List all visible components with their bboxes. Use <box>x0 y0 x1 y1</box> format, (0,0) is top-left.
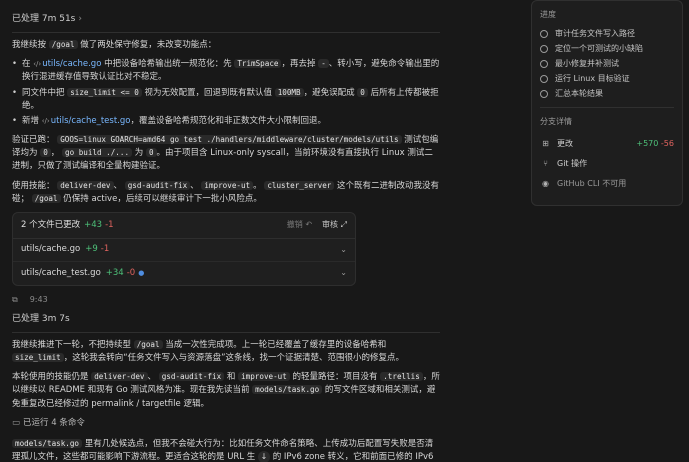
review-icon: ⤢ <box>340 220 347 230</box>
chevron-right-icon: › <box>78 14 82 24</box>
chevron-down-icon: ⌄ <box>340 244 347 254</box>
changed-files-card: 2 个文件已更改 +43 -1 撤销 ↶ 审核 ⤢ utils/cache.go… <box>12 211 356 286</box>
intro-text: 我继续按 /goal 做了两处保守修复，未改变功能点： <box>12 40 217 50</box>
file-name: utils/cache.go <box>21 244 81 255</box>
changes-icon: ⊞ <box>542 138 549 148</box>
file-link[interactable]: utils/cache.go <box>42 59 101 69</box>
file-diff-row[interactable]: utils/cache_test.go +34 -0 ● ⌄ <box>13 262 355 285</box>
github-icon: ◉ <box>542 178 549 188</box>
terminal-icon: ▭ <box>12 417 21 428</box>
message-time: 9:43 <box>29 294 48 304</box>
fix-list: 在 ‹/›utils/cache.go 中把设备哈希输出统一规范化：先 Trim… <box>12 58 440 128</box>
circle-icon <box>540 74 548 83</box>
code-goal: /goal <box>48 40 78 49</box>
git-icon: ⑂ <box>543 158 548 168</box>
unsaved-dot: ● <box>138 268 145 277</box>
github-cli-item: ◉ GitHub CLI 不可用 <box>540 174 674 194</box>
progress-item: 审计任务文件写入路径 <box>540 26 674 41</box>
file-icon: ‹/› <box>33 60 42 69</box>
right-sidebar: 进度 审计任务文件写入路径 定位一个可测试的小缺陷 最小修复并补测试 运行 Li… <box>531 0 683 462</box>
circle-icon <box>540 89 548 98</box>
message-actions: ⧉ 9:43 <box>12 292 440 308</box>
progress-item: 运行 Linux 目标验证 <box>540 71 674 86</box>
analysis-text: models/task.go 里有几处候选点，但我不会碰大行为：比如任务文件命名… <box>12 438 434 462</box>
divider <box>540 107 674 109</box>
scroll-down-icon[interactable]: ↓ <box>257 451 270 462</box>
progress-item: 汇总本轮结果 <box>540 86 674 101</box>
progress-panel: 进度 审计任务文件写入路径 定位一个可测试的小缺陷 最小修复并补测试 运行 Li… <box>531 0 683 206</box>
verify-text: 验证已跑： GOOS=linux GOARCH=amd64 go test ./… <box>12 135 439 172</box>
undo-icon: ↶ <box>305 220 313 230</box>
added-count: +43 <box>84 219 103 230</box>
commands-ran-toggle[interactable]: ▭ 已运行 4 条命令 <box>12 417 440 430</box>
copy-icon[interactable]: ⧉ <box>12 294 18 306</box>
skills-text: 使用技能： deliver-dev、 gsd-audit-fix、 improv… <box>12 180 440 204</box>
file-link[interactable]: utils/cache_test.go <box>51 116 131 126</box>
circle-icon <box>540 44 548 53</box>
review-button[interactable]: 审核 ⤢ <box>322 219 347 231</box>
git-actions-item[interactable]: ⑂ Git 操作 <box>540 154 674 174</box>
divider <box>12 32 440 33</box>
conversation-pane: 已处理 7m 51s › 我继续按 /goal 做了两处保守修复，未改变功能点： … <box>12 0 440 462</box>
changed-files-title: 2 个文件已更改 <box>21 219 81 230</box>
progress-title: 进度 <box>540 10 556 19</box>
file-icon: ‹/› <box>41 116 50 125</box>
progress-item: 定位一个可测试的小缺陷 <box>540 41 674 56</box>
processed-status-label: 已处理 7m 51s <box>12 14 76 24</box>
undo-button[interactable]: 撤销 ↶ <box>287 219 312 231</box>
divider <box>12 331 440 333</box>
removed-count: -1 <box>105 219 114 230</box>
changes-item[interactable]: ⊞ 更改 +570 -56 <box>540 134 674 154</box>
list-item: 新增 ‹/›utils/cache_test.go，覆盖设备哈希规范化和非正数文… <box>12 115 440 128</box>
list-item: 同文件中把 size_limit <= 0 视为无效配置，回退到既有默认值 10… <box>12 87 440 113</box>
skills-round-text: 本轮使用的技能仍是 deliver-dev、 gsd-audit-fix 和 i… <box>12 372 440 409</box>
file-diff-row[interactable]: utils/cache.go +9 -1 ⌄ <box>13 239 355 262</box>
processed-status[interactable]: 已处理 7m 51s › <box>12 12 440 26</box>
details-title: 分支详情 <box>540 117 572 127</box>
list-item: 在 ‹/›utils/cache.go 中把设备哈希输出统一规范化：先 Trim… <box>12 58 440 84</box>
changed-files-header: 2 个文件已更改 +43 -1 撤销 ↶ 审核 ⤢ <box>13 213 355 239</box>
circle-icon <box>540 59 548 68</box>
next-round-text: 我继续推进下一轮，不把持续型 /goal 当成一次性完成项。上一轮已经覆盖了缓存… <box>12 339 405 364</box>
chevron-down-icon: ⌄ <box>340 268 347 278</box>
processed-status[interactable]: 已处理 3m 7s <box>12 312 440 326</box>
progress-item: 最小修复并补测试 <box>540 56 674 71</box>
circle-icon <box>540 29 548 38</box>
file-name: utils/cache_test.go <box>21 267 101 278</box>
